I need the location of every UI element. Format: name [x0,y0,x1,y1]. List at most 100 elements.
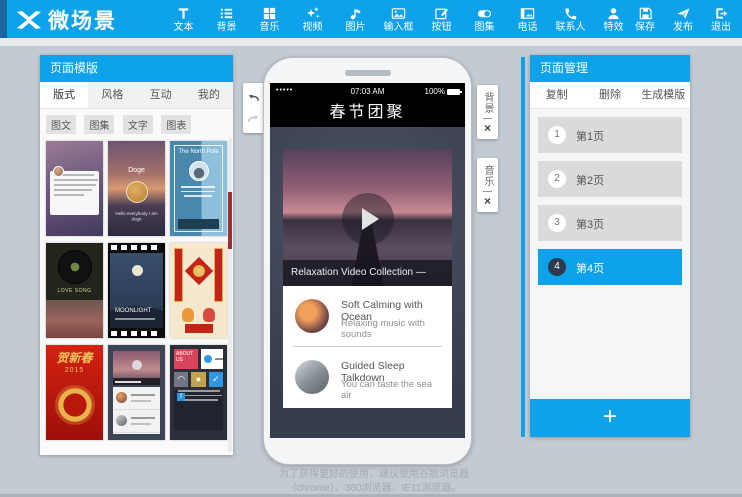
copy-page-button[interactable]: 复制 [530,82,583,108]
edit-icon [434,5,449,21]
list-icon [219,5,234,21]
toolbar-item-contacts[interactable]: 联系人 [549,0,592,38]
wolf-circle [189,161,209,181]
tab-mine[interactable]: 我的 [185,82,233,108]
exit-button[interactable]: 退出 [702,0,740,38]
logo-x-icon [16,9,42,31]
thumb-title: The North Pole [170,149,227,155]
toolbar-item-button[interactable]: 按钮 [420,0,463,38]
tile-row: ABOUT US [174,349,223,369]
moon [132,265,143,276]
chat-tile: ● [191,372,205,387]
template-thumb-love-song[interactable]: LOVE SONG [46,243,103,338]
page-number-badge: 2 [548,170,566,188]
page-row-4-active[interactable]: 4 第4页 [538,249,682,285]
moonlight-scene: MOONLIGHT [110,253,163,328]
page-row-2[interactable]: 2 第2页 [538,161,682,197]
play-button[interactable] [342,193,394,245]
filter-text[interactable]: 文字 [123,115,153,134]
filter-gallery[interactable]: 图集 [84,115,114,134]
playlist-thumb-rocks [295,360,329,394]
toolbar-shadow-strip [0,38,742,46]
template-scrollbar[interactable] [228,138,232,452]
layer-tab-music[interactable]: 音乐 × [477,158,498,212]
kid-figure [203,308,215,322]
phone-preview: ••••• 07:03 AM 100% 春节团聚 Relaxation Vide… [263,57,472,465]
tab-layout[interactable]: 版式 [40,82,88,108]
close-icon[interactable]: × [484,196,491,206]
toolbar-item-gallery[interactable]: 图集 [463,0,506,38]
template-grid: Doge Hello everybody I am doge The North… [40,138,233,440]
add-page-button[interactable]: + [530,399,690,437]
battery-indicator: 100% [425,87,460,96]
template-thumb-doge[interactable]: Doge Hello everybody I am doge [108,141,165,236]
status-bar: ••••• 07:03 AM 100% [270,83,465,100]
text-placeholder [54,189,92,191]
template-thumb-north-pole[interactable]: The North Pole [170,141,227,236]
layer-tab-background[interactable]: 背景 × [477,85,498,139]
publish-button[interactable]: 发布 [664,0,702,38]
filter-image-text[interactable]: 图文 [46,115,76,134]
text-placeholder [115,318,155,320]
facebook-icon: f [177,393,185,401]
publish-icon [676,5,691,21]
toolbar-item-label: 退出 [711,22,731,33]
phone-screen[interactable]: ••••• 07:03 AM 100% 春节团聚 Relaxation Vide… [270,83,465,438]
battery-icon [447,89,460,95]
panel-collapse-strip[interactable] [521,57,525,437]
tab-style[interactable]: 风格 [88,82,136,108]
generate-template-button[interactable]: 生成模版 [637,82,690,108]
check-tile: ✓ [209,372,223,387]
thumb-photo [46,300,103,338]
thumb-title: MOONLIGHT [115,308,151,314]
browser-hint-line2: （chrome）、360浏览器、IE11浏览器。 [228,482,520,496]
template-thumb-about-us[interactable]: ABOUT US ◠ ● ✓ f [170,345,227,440]
filter-chart[interactable]: 图表 [161,115,191,134]
close-icon[interactable]: × [484,123,491,133]
toolbar-item-background[interactable]: 背景 [205,0,248,38]
toolbar-item-image[interactable]: 图片 [334,0,377,38]
sparkles-icon [305,5,320,21]
toolbar-item-text[interactable]: 文本 [162,0,205,38]
page-manager-actions: 复制 删除 生成模版 [530,82,690,109]
phone-dot-icon [204,355,212,363]
toolbar-item-video[interactable]: 视频 [291,0,334,38]
page-row-1[interactable]: 1 第1页 [538,117,682,153]
delete-page-button[interactable]: 删除 [583,82,636,108]
template-thumb-profile-card[interactable] [46,141,103,236]
page-row-3[interactable]: 3 第3页 [538,205,682,241]
toolbar-item-label: 发布 [673,22,693,33]
undo-button[interactable] [246,90,261,105]
toolbar-item-music[interactable]: 音乐 [248,0,291,38]
tab-interactive[interactable]: 互动 [137,82,185,108]
video-block[interactable]: Relaxation Video Collection — [283,149,452,286]
text-placeholder [184,195,212,197]
template-thumb-moonlight[interactable]: MOONLIGHT [108,243,165,338]
scrollbar-thumb[interactable] [228,192,232,249]
template-thumb-spring-couplets[interactable] [170,243,227,338]
mini-row [113,387,160,410]
playlist-item[interactable]: Soft Calming with Ocean Relaxing music w… [283,286,452,346]
gallery-icon [520,5,535,21]
page-title[interactable]: 春节团聚 [270,100,465,127]
exit-icon [714,5,729,21]
toolbar-item-input-box[interactable]: 输入框 [377,0,420,38]
save-button[interactable]: 保存 [626,0,664,38]
playlist-item[interactable]: Guided Sleep Talkdown You can taste the … [293,346,442,407]
template-thumb-video-collection[interactable] [108,345,165,440]
image-icon [391,5,406,21]
kid-figure [182,308,194,322]
text-placeholder [54,194,84,196]
redo-button[interactable] [246,111,261,126]
app-logo-text: 微场景 [48,5,117,35]
toolbar-item-label: 视频 [303,22,323,33]
thumb-title: Doge [108,167,165,174]
toolbar-nav: 文本 背景 音乐 视频 图片 输入框 按钮 图集 [162,0,635,38]
text-placeholder [54,184,96,186]
playlist-card: Soft Calming with Ocean Relaxing music w… [283,286,452,408]
page-row-label: 第2页 [576,172,604,188]
text-placeholder [181,186,215,188]
toolbar-item-phone[interactable]: 电话 [506,0,549,38]
thumb-title: LOVE SONG [46,288,103,294]
template-thumb-he-xin-chun[interactable]: 贺新春 2015 [46,345,103,440]
